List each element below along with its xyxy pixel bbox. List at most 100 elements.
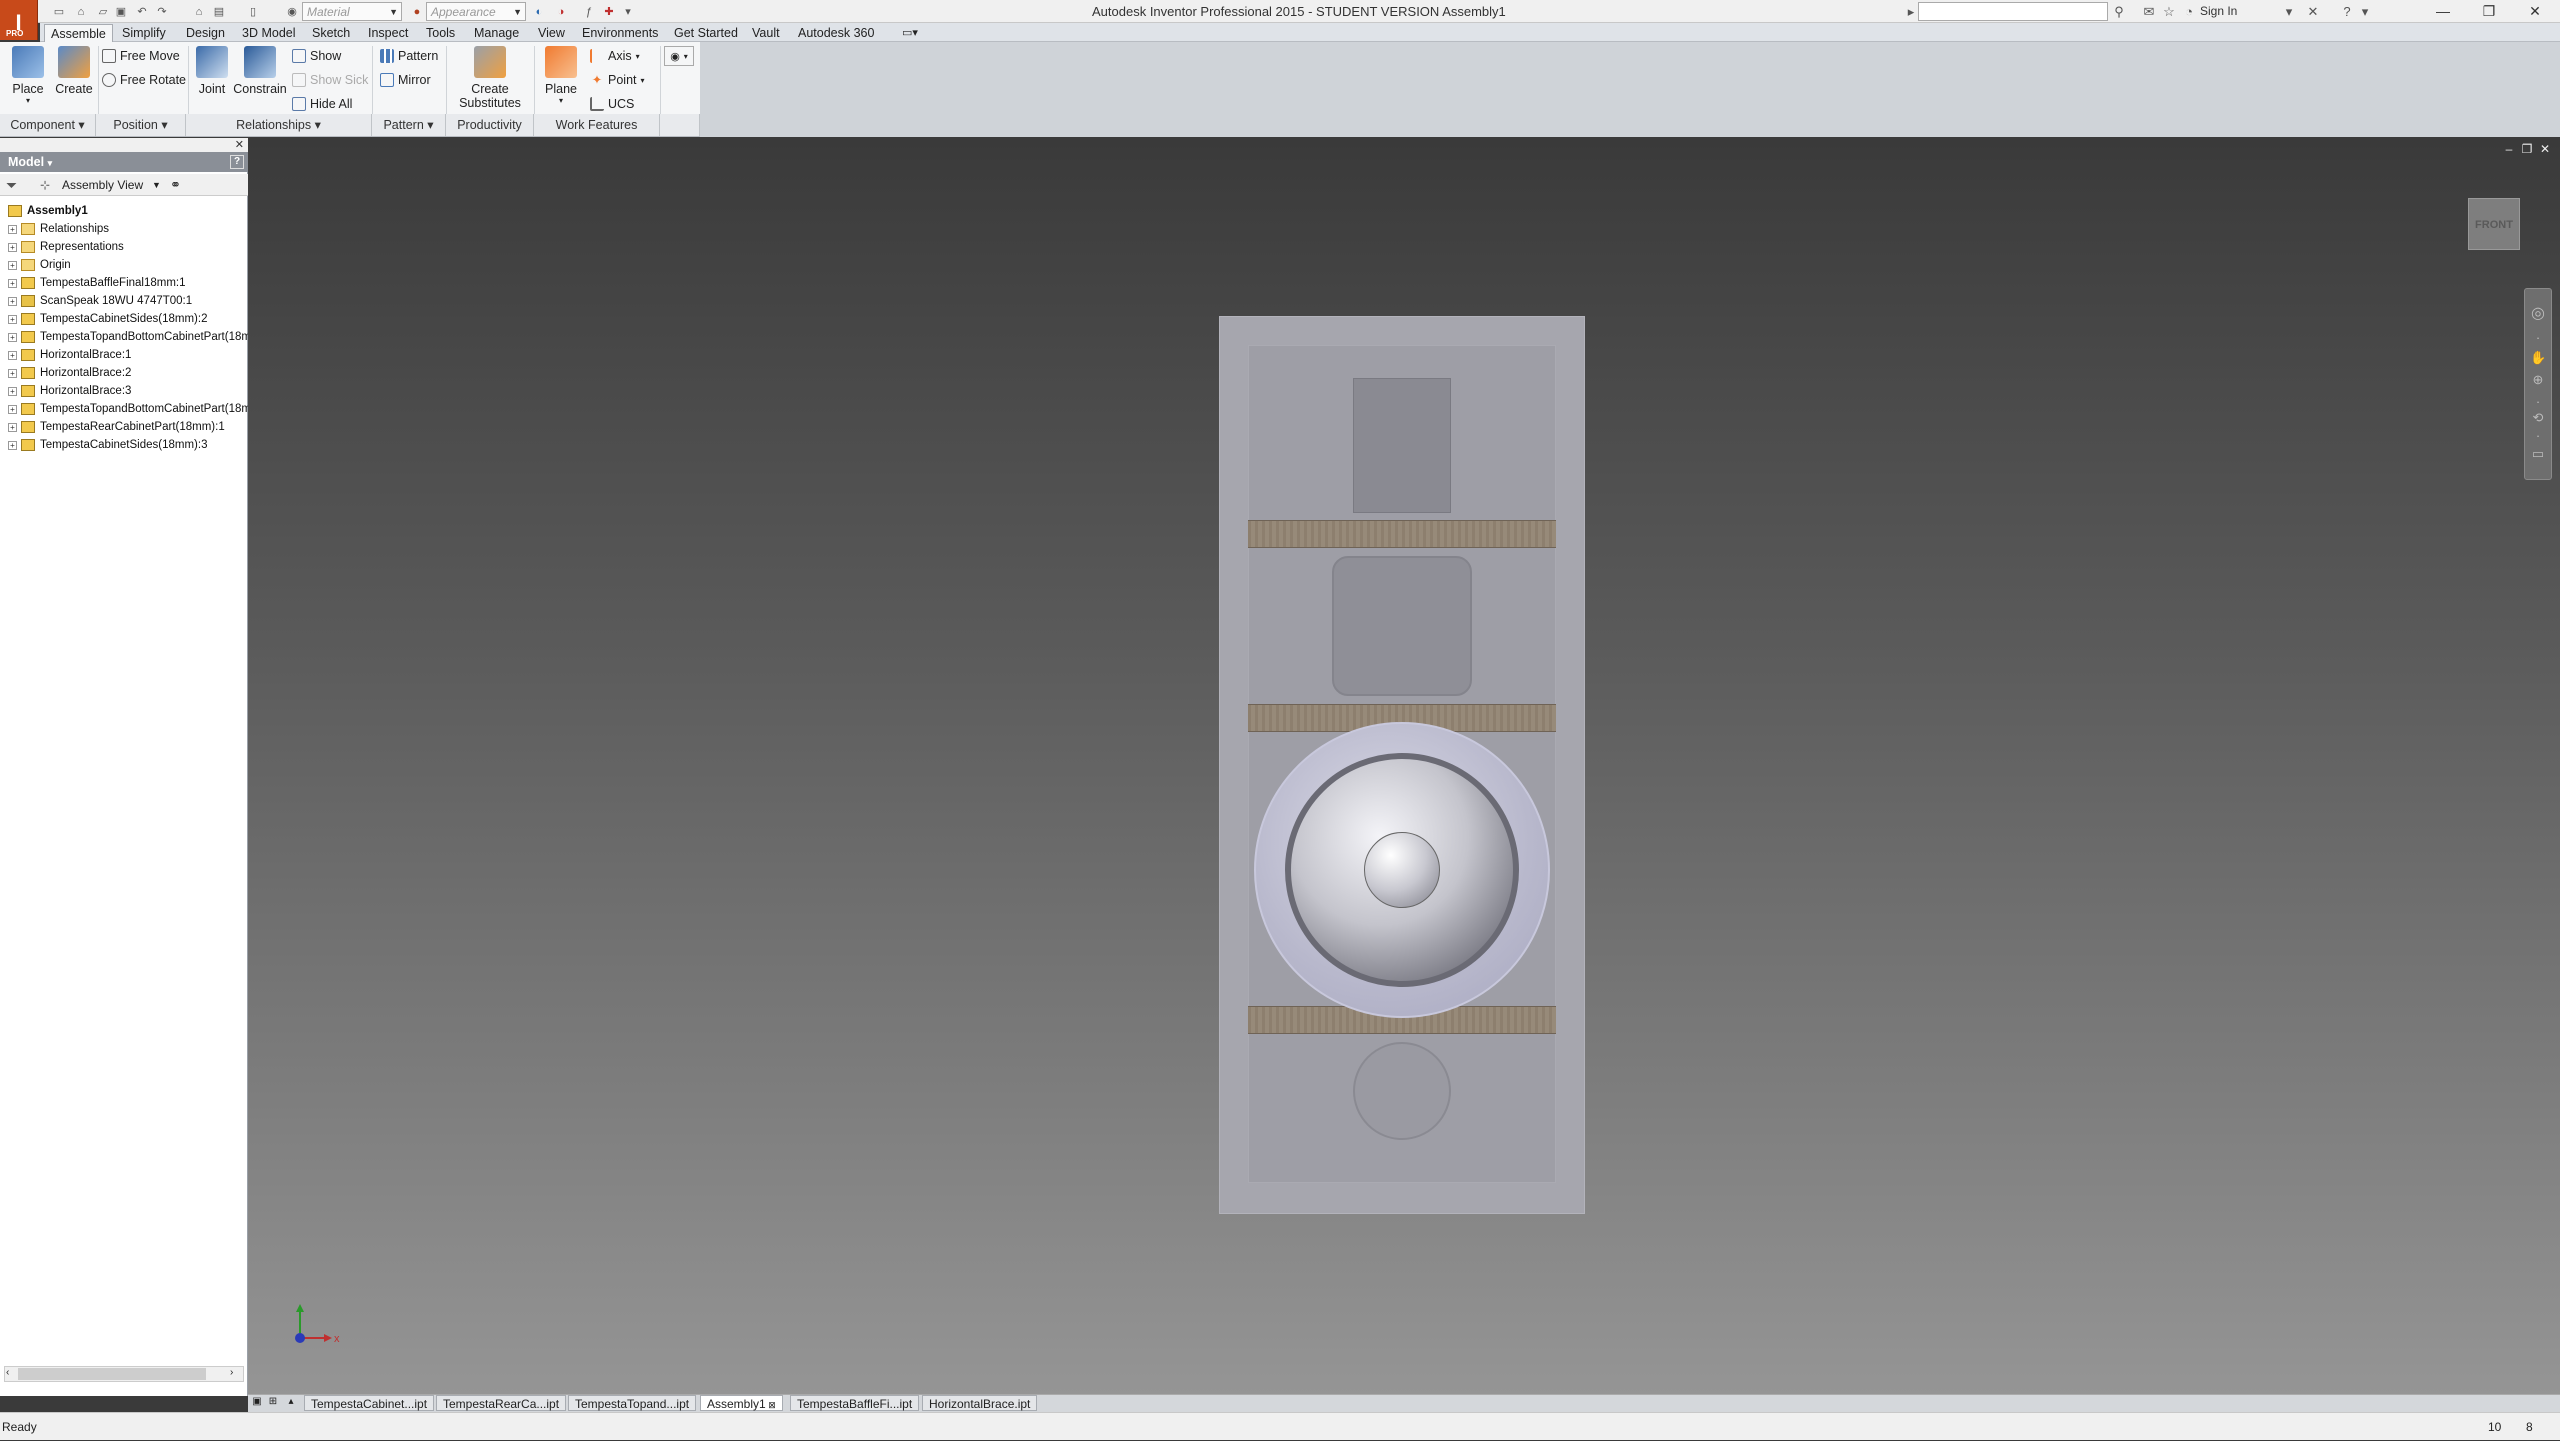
tree-item[interactable]: + TempestaRearCabinetPart(18mm):1: [0, 418, 248, 436]
panel-component[interactable]: Component ▾: [0, 114, 96, 136]
tab-manage[interactable]: Manage: [468, 24, 525, 42]
tab-get-started[interactable]: Get Started: [668, 24, 744, 42]
expand-icon[interactable]: +: [8, 332, 17, 342]
steering-wheel-icon[interactable]: ◎: [2530, 306, 2546, 322]
communication-icon[interactable]: ✉: [2140, 3, 2158, 20]
free-move-button[interactable]: Free Move: [102, 46, 180, 66]
properties-icon[interactable]: ◉: [284, 3, 300, 20]
ribbon-options-icon[interactable]: ▭▾: [896, 24, 924, 42]
visibility-dropdown[interactable]: ◉ ▾: [664, 46, 694, 66]
expand-icon[interactable]: +: [8, 260, 17, 270]
viewcube[interactable]: FRONT: [2468, 198, 2520, 250]
measure-icon[interactable]: ✚: [600, 3, 618, 20]
panel-relationships[interactable]: Relationships ▾: [186, 114, 372, 136]
scroll-right-icon[interactable]: ›: [230, 1367, 233, 1378]
material-dropdown[interactable]: Material ▼: [302, 2, 402, 21]
plane-button[interactable]: Plane ▾: [538, 46, 584, 105]
chevron-down-icon[interactable]: ▼: [152, 174, 161, 196]
tab-simplify[interactable]: Simplify: [116, 24, 172, 42]
document-tab[interactable]: HorizontalBrace.ipt: [922, 1395, 1038, 1411]
close-icon[interactable]: ✕: [2538, 142, 2552, 156]
redo-icon[interactable]: ↷: [154, 3, 170, 20]
expand-icon[interactable]: +: [8, 242, 17, 252]
look-at-icon[interactable]: ▭: [2530, 446, 2546, 462]
tile-icon[interactable]: ▣: [250, 1396, 264, 1410]
binoculars-icon[interactable]: ⚭: [170, 174, 181, 196]
tree-item[interactable]: + HorizontalBrace:1: [0, 346, 248, 364]
update-icon[interactable]: ▤: [210, 3, 228, 20]
tree-item[interactable]: + TempestaCabinetSides(18mm):3: [0, 436, 248, 454]
tab-tools[interactable]: Tools: [420, 24, 461, 42]
open-folder-icon[interactable]: ▱: [94, 3, 112, 20]
minimize-icon[interactable]: –: [2502, 142, 2516, 156]
place-button[interactable]: Place ▾: [6, 46, 50, 105]
tab-sketch[interactable]: Sketch: [306, 24, 356, 42]
tab-inspect[interactable]: Inspect: [362, 24, 414, 42]
close-icon[interactable]: ✕: [235, 138, 244, 151]
panel-position[interactable]: Position ▾: [96, 114, 186, 136]
tree-item[interactable]: + TempestaTopandBottomCabinetPart(18m: [0, 328, 248, 346]
tree-item[interactable]: + TempestaBaffleFinal18mm:1: [0, 274, 248, 292]
mirror-button[interactable]: Mirror: [380, 70, 431, 90]
panel-pattern[interactable]: Pattern ▾: [372, 114, 446, 136]
close-tab-icon[interactable]: ⊠: [766, 1400, 776, 1410]
tab-assemble[interactable]: Assemble: [44, 24, 113, 42]
clear-icon[interactable]: ◑: [552, 3, 570, 20]
scroll-left-icon[interactable]: ‹: [6, 1367, 9, 1378]
show-sick-button[interactable]: Show Sick: [292, 70, 368, 90]
chevron-down-icon[interactable]: ▾: [2280, 3, 2298, 20]
tab-3d-model[interactable]: 3D Model: [236, 24, 302, 42]
tree-item[interactable]: + TempestaTopandBottomCabinetPart(18m: [0, 400, 248, 418]
undo-icon[interactable]: ↶: [134, 3, 150, 20]
tab-vault[interactable]: Vault: [746, 24, 786, 42]
help-icon[interactable]: ?: [2338, 3, 2356, 20]
show-button[interactable]: Show: [292, 46, 341, 66]
horizontal-brace-1[interactable]: [1248, 520, 1556, 548]
expand-icon[interactable]: +: [8, 350, 17, 360]
tab-view[interactable]: View: [532, 24, 571, 42]
ucs-button[interactable]: UCS: [590, 94, 634, 114]
save-icon[interactable]: ▣: [112, 3, 130, 20]
sign-in-button[interactable]: Sign In: [2200, 2, 2237, 21]
browser-title[interactable]: Model ▾ ?: [0, 152, 248, 172]
expand-icon[interactable]: +: [8, 404, 17, 414]
constrain-button[interactable]: Constrain: [232, 46, 288, 96]
new-icon[interactable]: ▭: [50, 3, 68, 20]
restore-icon[interactable]: ❐: [2520, 142, 2534, 156]
joint-button[interactable]: Joint: [192, 46, 232, 96]
chevron-up-icon[interactable]: ▴: [284, 1396, 298, 1410]
expand-icon[interactable]: +: [8, 368, 17, 378]
open-icon[interactable]: ⌂: [72, 3, 90, 20]
favorites-icon[interactable]: ☆: [2160, 3, 2178, 20]
expand-icon[interactable]: +: [8, 278, 17, 288]
expand-icon[interactable]: +: [8, 224, 17, 234]
tree-item[interactable]: + TempestaCabinetSides(18mm):2: [0, 310, 248, 328]
document-tab[interactable]: TempestaBaffleFi...ipt: [790, 1395, 920, 1411]
tab-design[interactable]: Design: [180, 24, 231, 42]
expand-icon[interactable]: +: [8, 386, 17, 396]
filter-icon[interactable]: ⏷: [6, 174, 17, 196]
free-rotate-button[interactable]: Free Rotate: [102, 70, 186, 90]
tab-autodesk-360[interactable]: Autodesk 360: [792, 24, 880, 42]
application-menu-button[interactable]: I PRO: [0, 0, 38, 40]
cascade-icon[interactable]: ⊞: [266, 1396, 280, 1410]
tree-item[interactable]: + Origin: [0, 256, 248, 274]
expand-icon[interactable]: +: [8, 296, 17, 306]
minimize-button[interactable]: —: [2420, 0, 2466, 23]
tree-item[interactable]: + Relationships: [0, 220, 248, 238]
zoom-icon[interactable]: ⊕: [2530, 372, 2546, 388]
help-icon[interactable]: ?: [230, 155, 244, 169]
search-input[interactable]: [1918, 2, 2108, 21]
document-tab[interactable]: TempestaTopand...ipt: [568, 1395, 697, 1411]
pan-icon[interactable]: ✋: [2530, 350, 2546, 366]
customize-icon[interactable]: ▾: [622, 3, 634, 20]
expand-icon[interactable]: +: [8, 440, 17, 450]
home-icon[interactable]: ⌂: [190, 3, 208, 20]
select-icon[interactable]: ▯: [244, 3, 262, 20]
tree-item[interactable]: + Representations: [0, 238, 248, 256]
create-substitutes-button[interactable]: Create Substitutes: [452, 46, 528, 110]
document-tab[interactable]: Assembly1 ⊠: [700, 1395, 783, 1411]
expand-icon[interactable]: +: [8, 422, 17, 432]
assembly-view-dropdown[interactable]: Assembly View: [62, 174, 143, 196]
scrollbar-thumb[interactable]: [18, 1368, 206, 1380]
